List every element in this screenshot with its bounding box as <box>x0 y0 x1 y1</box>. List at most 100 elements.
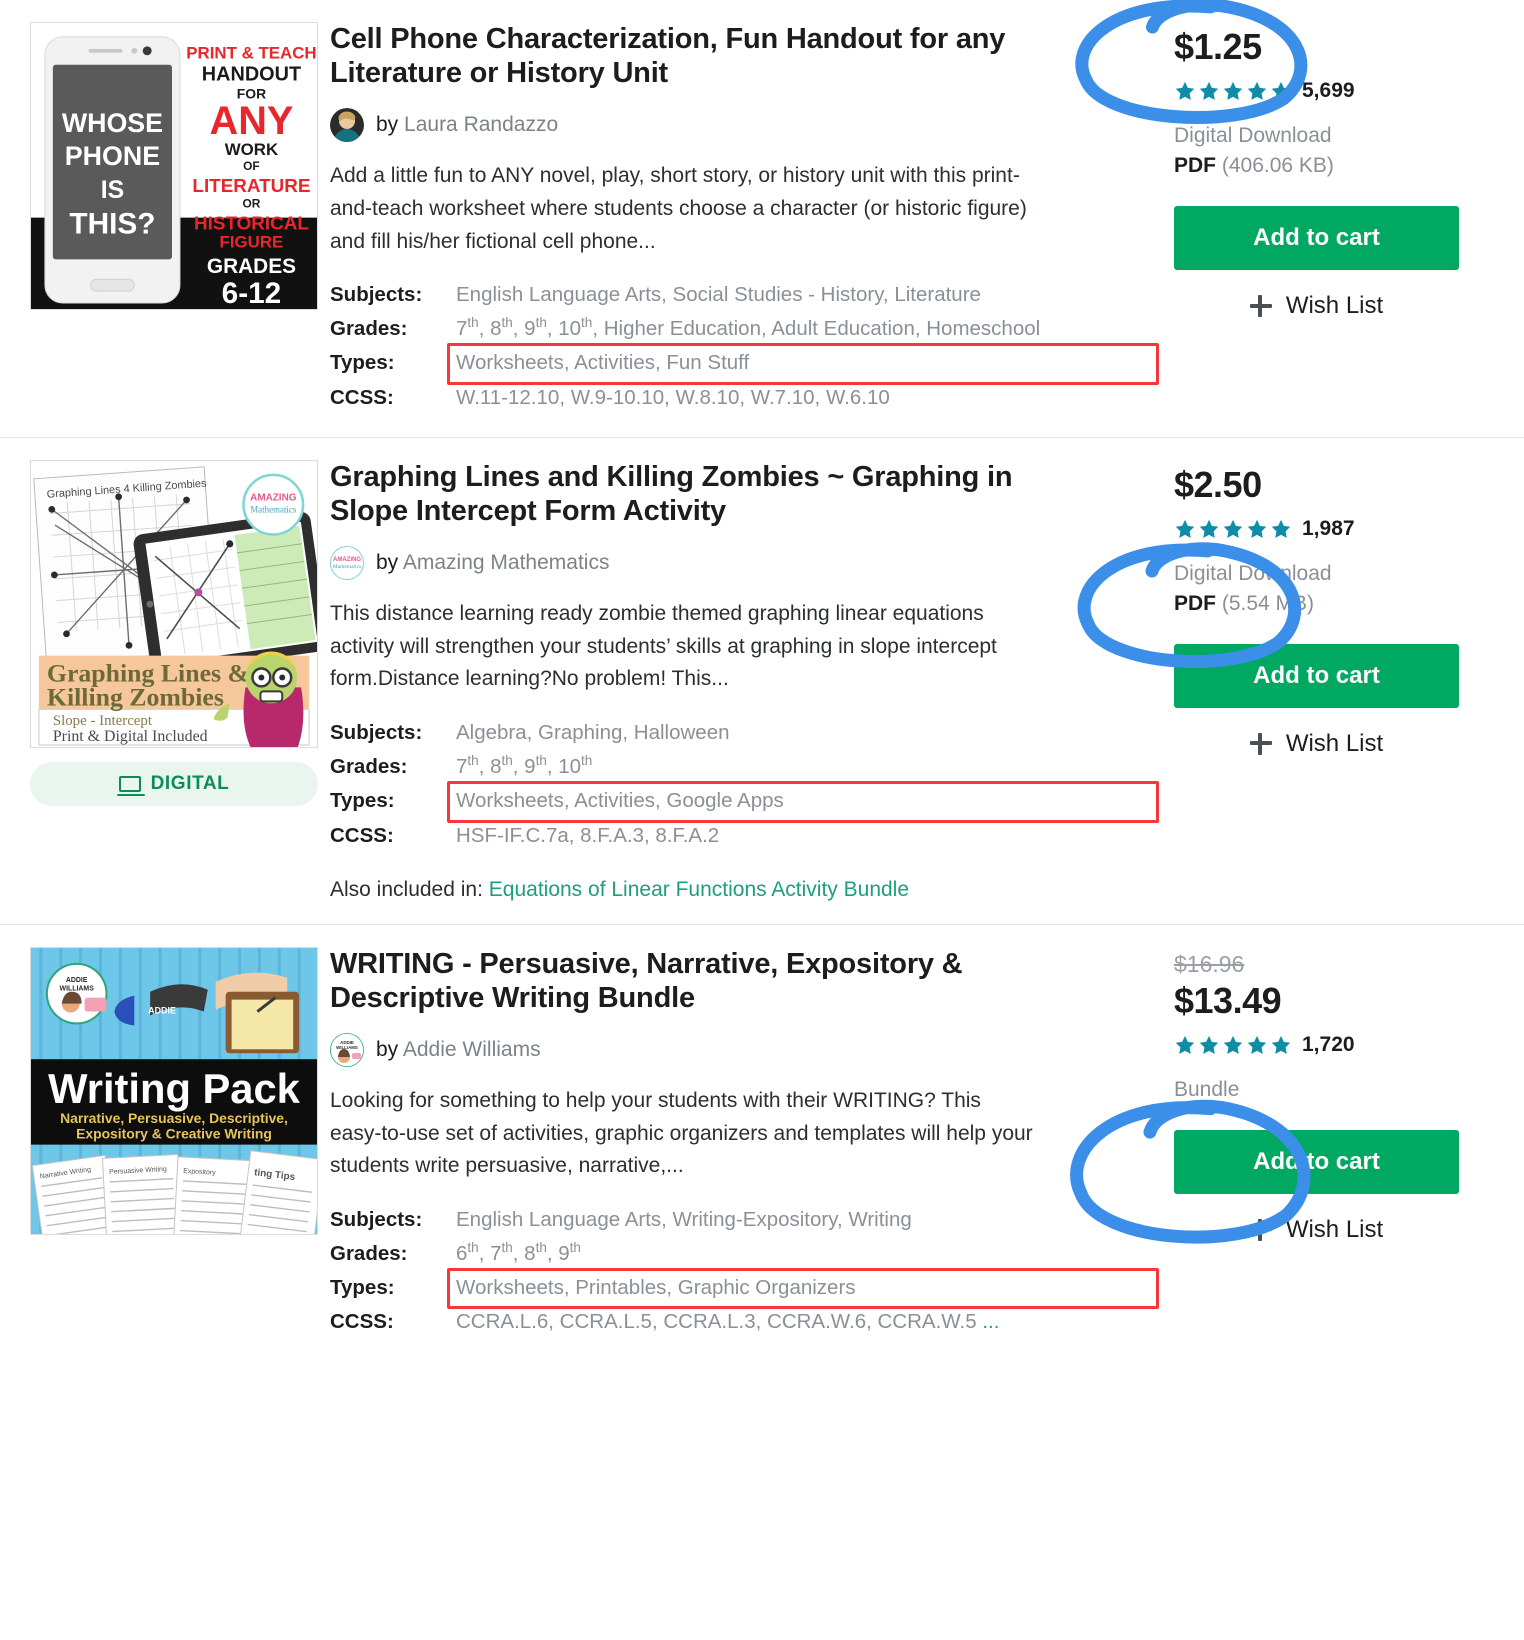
svg-text:IS: IS <box>101 177 124 204</box>
add-to-cart-button[interactable]: Add to cart <box>1174 206 1459 270</box>
svg-text:Killing Zombies: Killing Zombies <box>47 682 224 711</box>
grades-label: Grades: <box>330 1242 408 1266</box>
rating-row[interactable]: 5,699 <box>1174 78 1494 104</box>
product-thumbnail-3[interactable]: ADDIE ADDIE WILLIAMS Writing Pack Narrat… <box>30 946 318 1235</box>
author-name[interactable]: Addie Williams <box>403 1038 541 1061</box>
original-price: $16.96 <box>1174 950 1245 977</box>
rating-count: 5,699 <box>1302 79 1355 102</box>
svg-text:Expository & Creative Writing: Expository & Creative Writing <box>76 1125 272 1141</box>
product-title[interactable]: WRITING - Persuasive, Narrative, Exposit… <box>330 947 1042 1015</box>
product-info-column: Graphing Lines and Killing Zombies ~ Gra… <box>330 460 1174 902</box>
by-prefix: by <box>376 551 399 575</box>
types-label: Types: <box>330 789 395 813</box>
ccss-text: CCRA.L.6, CCRA.L.5, CCRA.L.3, CCRA.W.6, … <box>456 1310 977 1334</box>
avatar: ADDIE WILLIAMS <box>330 1033 364 1068</box>
meta-row-grades: Grades: 7th, 8th, 9th, 10th, Higher Educ… <box>330 312 1148 345</box>
svg-text:Print & Digital Included: Print & Digital Included <box>53 728 208 745</box>
ccss-value[interactable]: CCRA.L.6, CCRA.L.5, CCRA.L.3, CCRA.W.6, … <box>456 1305 1148 1338</box>
svg-text:WILLIAMS: WILLIAMS <box>60 985 95 992</box>
wish-list-button[interactable]: Wish List <box>1174 292 1459 320</box>
svg-text:WORK: WORK <box>225 140 279 159</box>
thumbnail-column: WHOSE PHONE IS THIS? PRINT & TEACH HANDO… <box>30 22 330 415</box>
author-text: by Amazing Mathematics <box>376 551 609 575</box>
also-included-link[interactable]: Equations of Linear Functions Activity B… <box>489 878 909 901</box>
svg-text:THIS?: THIS? <box>69 208 155 241</box>
ccss-label: CCSS: <box>330 385 394 409</box>
ccss-value[interactable]: W.11-12.10, W.9-10.10, W.8.10, W.7.10, W… <box>456 381 1148 414</box>
svg-text:HISTORICAL: HISTORICAL <box>194 213 309 234</box>
format-line: Digital Download <box>1174 561 1332 585</box>
svg-text:ADDIE: ADDIE <box>148 1005 176 1015</box>
product-result-row[interactable]: Graphing Lines 4 Killing Zombies Graphin… <box>0 438 1524 925</box>
wish-list-button[interactable]: Wish List <box>1174 730 1459 758</box>
meta-row-ccss: CCSS: HSF-IF.C.7a, 8.F.A.3, 8.F.A.2 <box>330 819 1148 852</box>
types-red-box <box>447 343 1159 385</box>
svg-text:PRINT & TEACH: PRINT & TEACH <box>186 44 316 63</box>
add-to-cart-button[interactable]: Add to cart <box>1174 1129 1459 1194</box>
add-to-cart-button[interactable]: Add to cart <box>1174 643 1459 708</box>
product-description: Add a little fun to ANY novel, play, sho… <box>330 164 1027 253</box>
grades-value[interactable]: 7th, 8th, 9th, 10th, Higher Education, A… <box>456 312 1148 345</box>
svg-text:AMAZING: AMAZING <box>333 557 361 563</box>
purchase-column: $2.50 1,987 Digital Download PDF (5.54 M… <box>1174 460 1494 902</box>
types-label: Types: <box>330 351 395 375</box>
author-text: by Laura Randazzo <box>376 113 558 137</box>
also-included-in: Also included in: Equations of Linear Fu… <box>330 878 1148 902</box>
wish-list-button[interactable]: Wish List <box>1174 1216 1459 1244</box>
grades-label: Grades: <box>330 317 408 341</box>
svg-text:OR: OR <box>243 197 261 211</box>
wish-list-label: Wish List <box>1285 729 1384 757</box>
meta-row-grades: Grades: 6th, 7th, 8th, 9th <box>330 1237 1148 1270</box>
ccss-value[interactable]: HSF-IF.C.7a, 8.F.A.3, 8.F.A.2 <box>456 819 1148 852</box>
author-name[interactable]: Laura Randazzo <box>404 113 558 136</box>
subjects-value[interactable]: English Language Arts, Social Studies - … <box>456 278 1148 311</box>
svg-text:Narrative, Persuasive, Descrip: Narrative, Persuasive, Descriptive, <box>60 1110 288 1126</box>
product-title[interactable]: Graphing Lines and Killing Zombies ~ Gra… <box>330 460 1042 528</box>
rating-count: 1,987 <box>1302 516 1355 540</box>
by-prefix: by <box>376 1038 399 1062</box>
format-line: Digital Download <box>1174 124 1332 147</box>
product-thumbnail-2[interactable]: Graphing Lines 4 Killing Zombies Graphin… <box>30 459 318 748</box>
author-row[interactable]: by Laura Randazzo <box>330 108 1148 143</box>
subjects-value[interactable]: English Language Arts, Writing-Expositor… <box>456 1203 1148 1236</box>
product-thumbnail-1[interactable]: WHOSE PHONE IS THIS? PRINT & TEACH HANDO… <box>30 22 318 310</box>
author-row[interactable]: ADDIE WILLIAMS by Addie Williams <box>330 1033 1148 1068</box>
subjects-label: Subjects: <box>330 283 423 307</box>
svg-text:ADDIE: ADDIE <box>66 977 88 984</box>
svg-text:AMAZING: AMAZING <box>250 493 297 504</box>
digital-badge: DIGITAL <box>30 761 318 806</box>
subjects-value[interactable]: Algebra, Graphing, Halloween <box>456 716 1148 749</box>
types-red-box <box>447 781 1159 823</box>
grades-value[interactable]: 6th, 7th, 8th, 9th <box>456 1237 1148 1270</box>
rating-row[interactable]: 1,987 <box>1174 516 1494 542</box>
author-name[interactable]: Amazing Mathematics <box>403 551 610 574</box>
thumbnail-column: ADDIE ADDIE WILLIAMS Writing Pack Narrat… <box>30 946 330 1340</box>
product-description: Looking for something to help your stude… <box>330 1089 1033 1178</box>
svg-text:6-12: 6-12 <box>222 277 282 309</box>
star-rating <box>1174 518 1292 540</box>
thumbnail-column: Graphing Lines 4 Killing Zombies Graphin… <box>30 459 330 902</box>
ccss-more-link[interactable]: ... <box>982 1310 999 1333</box>
subjects-label: Subjects: <box>330 720 423 744</box>
svg-text:Mathematics: Mathematics <box>250 505 297 515</box>
product-title[interactable]: Cell Phone Characterization, Fun Handout… <box>330 22 1042 90</box>
svg-text:OF: OF <box>243 159 260 173</box>
digital-badge-label: DIGITAL <box>150 772 230 794</box>
plus-icon <box>1249 732 1272 755</box>
rating-row[interactable]: 1,720 <box>1174 1032 1494 1058</box>
search-results-list: WHOSE PHONE IS THIS? PRINT & TEACH HANDO… <box>0 0 1524 1362</box>
author-row[interactable]: AMAZING Mathematics by Amazing Mathematic… <box>330 546 1148 581</box>
plus-icon <box>1249 295 1272 317</box>
meta-row-ccss: CCSS: W.11-12.10, W.9-10.10, W.8.10, W.7… <box>330 381 1148 414</box>
grades-label: Grades: <box>330 755 408 779</box>
types-red-box <box>447 1268 1159 1310</box>
also-included-prefix: Also included in: <box>330 877 483 901</box>
grades-value[interactable]: 7th, 8th, 9th, 10th <box>456 750 1148 783</box>
file-info: PDF (5.54 MB) <box>1174 592 1494 616</box>
ccss-label: CCSS: <box>330 1310 394 1334</box>
svg-text:ANY: ANY <box>210 99 294 143</box>
svg-text:LITERATURE: LITERATURE <box>192 175 310 196</box>
purchase-column: $16.96 $13.49 1,720 Bundle Add to cart W… <box>1174 947 1494 1340</box>
price: $1.25 <box>1174 26 1262 67</box>
svg-text:WHOSE: WHOSE <box>62 108 163 138</box>
